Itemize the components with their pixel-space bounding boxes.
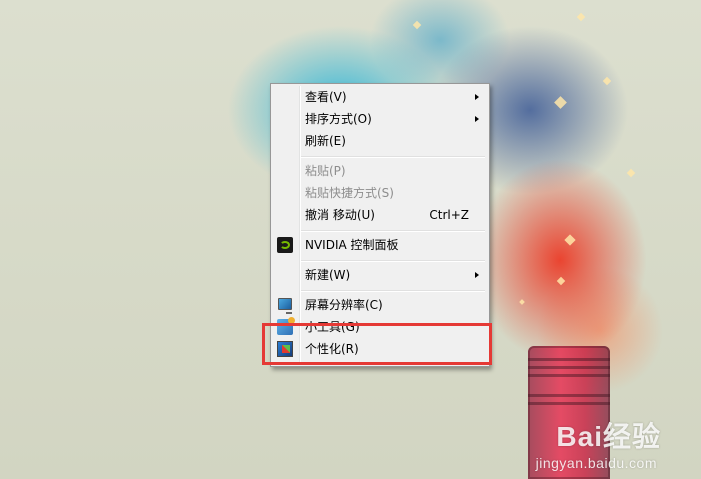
wallpaper-sparkle	[519, 299, 525, 305]
menu-item-label: 排序方式(O)	[305, 112, 372, 126]
display-resolution-icon	[277, 297, 293, 314]
wallpaper-sparkle	[556, 276, 566, 286]
annotation-highlight-box	[262, 323, 492, 365]
wallpaper-sparkle	[626, 168, 636, 178]
menu-item-undo-move[interactable]: 撤消 移动(U) Ctrl+Z	[273, 204, 487, 226]
menu-item-label: 粘贴快捷方式(S)	[305, 186, 394, 200]
watermark-url: jingyan.baidu.com	[535, 455, 657, 471]
menu-item-nvidia-control-panel[interactable]: NVIDIA 控制面板	[273, 234, 487, 256]
menu-separator	[301, 290, 485, 292]
menu-item-label: 屏幕分辨率(C)	[305, 298, 383, 312]
menu-item-paste: 粘贴(P)	[273, 160, 487, 182]
menu-item-sort-by[interactable]: 排序方式(O)	[273, 108, 487, 130]
menu-item-label: 撤消 移动(U)	[305, 208, 375, 222]
menu-separator	[301, 230, 485, 232]
wallpaper-sparkle	[554, 96, 567, 109]
menu-item-label: 粘贴(P)	[305, 164, 346, 178]
menu-item-label: 查看(V)	[305, 90, 347, 104]
menu-item-screen-resolution[interactable]: 屏幕分辨率(C)	[273, 294, 487, 316]
watermark-brand: Bai经验	[556, 421, 661, 452]
submenu-arrow-icon	[475, 272, 479, 278]
menu-item-refresh[interactable]: 刷新(E)	[273, 130, 487, 152]
wallpaper-sparkle	[564, 234, 576, 246]
menu-item-paste-shortcut: 粘贴快捷方式(S)	[273, 182, 487, 204]
menu-item-label: 刷新(E)	[305, 134, 346, 148]
menu-item-shortcut: Ctrl+Z	[429, 208, 469, 222]
menu-item-label: 新建(W)	[305, 268, 351, 282]
wallpaper-sparkle	[412, 20, 422, 30]
nvidia-icon	[277, 237, 293, 253]
submenu-arrow-icon	[475, 94, 479, 100]
menu-item-view[interactable]: 查看(V)	[273, 86, 487, 108]
submenu-arrow-icon	[475, 116, 479, 122]
menu-separator	[301, 156, 485, 158]
menu-item-label: NVIDIA 控制面板	[305, 238, 399, 252]
watermark: Bai经验 jingyan.baidu.com	[536, 415, 661, 471]
menu-item-new[interactable]: 新建(W)	[273, 264, 487, 286]
wallpaper-sparkle	[576, 12, 586, 22]
menu-separator	[301, 260, 485, 262]
wallpaper-sparkle	[602, 76, 612, 86]
